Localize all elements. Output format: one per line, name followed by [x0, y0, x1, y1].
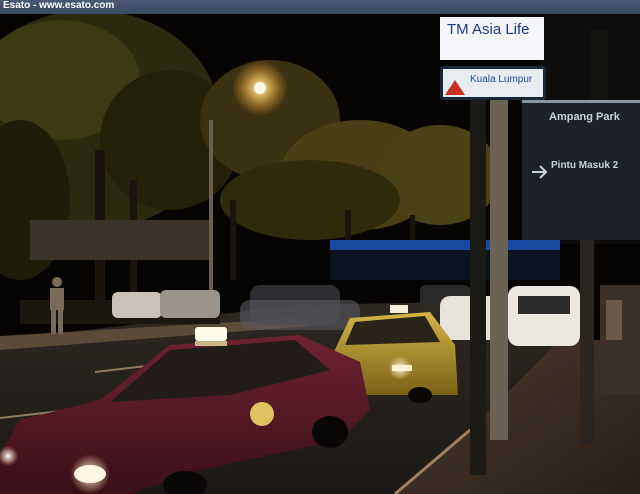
night-street-photo: Esato - www.esato.com TM Asia Life Kuala… — [0, 0, 640, 494]
pintu-masuk-label: Pintu Masuk 2 — [551, 160, 619, 171]
scene-illustration — [0, 10, 640, 494]
building-lights — [30, 220, 210, 260]
sign-pole-left — [470, 80, 486, 475]
sign-pole-right — [490, 100, 508, 440]
tm-asia-life-label: TM Asia Life — [447, 21, 530, 38]
kl-sign-label: Kuala Lumpur — [470, 74, 533, 85]
ampang-park-label: Ampang Park — [549, 111, 620, 123]
watermark-text: Esato - www.esato.com — [3, 0, 115, 11]
